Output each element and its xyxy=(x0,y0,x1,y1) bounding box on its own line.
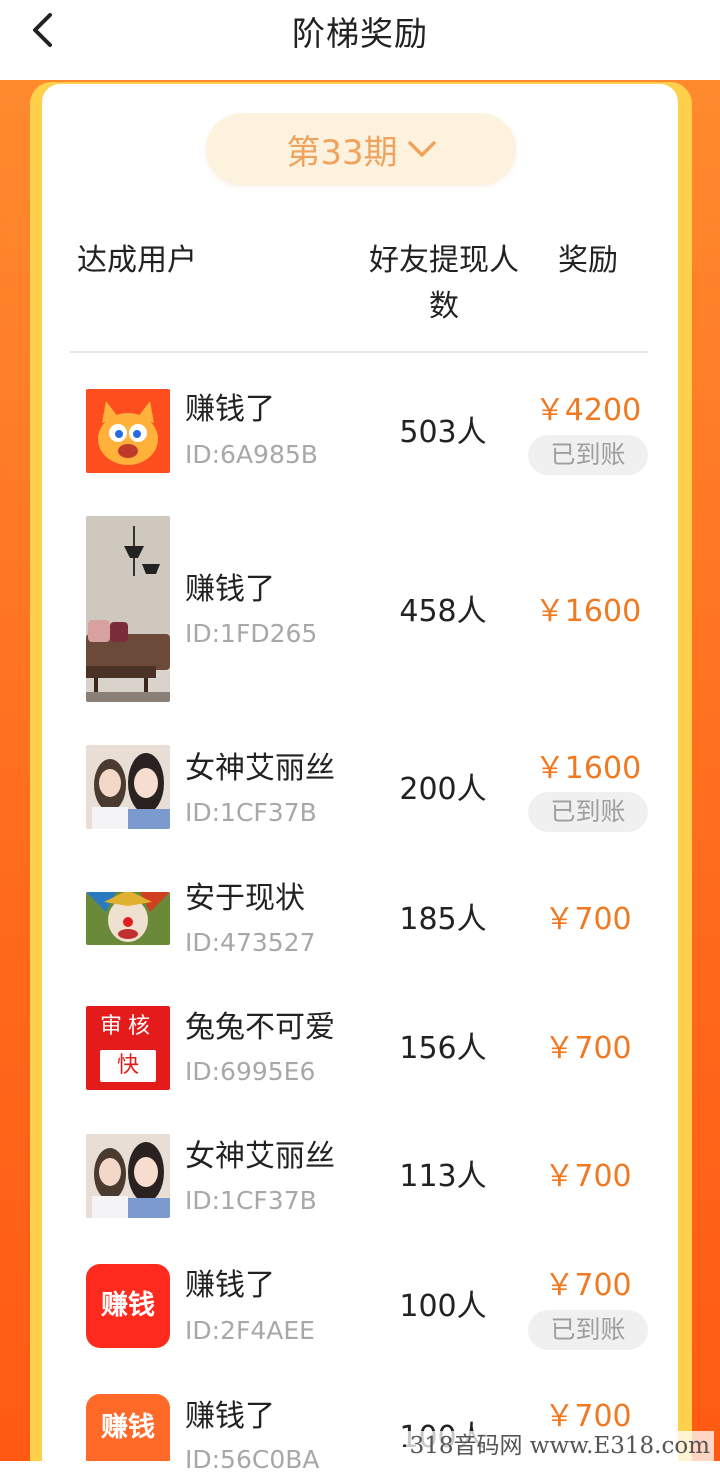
friend-count: 200人 xyxy=(399,772,487,807)
reward-amount: ￥4200 xyxy=(534,393,642,428)
status-badge: 已到账 xyxy=(528,1310,648,1350)
column-header-count: 好友提现人 数 xyxy=(362,238,526,330)
user-name: 赚钱了 xyxy=(185,1268,275,1303)
user-id: ID:1CF37B xyxy=(185,798,317,827)
status-badge: 已到账 xyxy=(528,435,648,475)
header-divider xyxy=(70,351,648,353)
friend-count: 503人 xyxy=(399,415,487,450)
top-bar: 阶梯奖励 xyxy=(0,0,720,80)
column-header-count-line1: 好友提现人 xyxy=(369,243,519,278)
user-name: 赚钱了 xyxy=(185,1399,275,1434)
user-name: 安于现状 xyxy=(185,881,305,916)
user-name: 赚钱了 xyxy=(185,572,275,607)
user-id: ID:6995E6 xyxy=(185,1057,316,1086)
friend-count: 156人 xyxy=(399,1031,487,1066)
column-header-reward: 奖励 xyxy=(558,243,618,278)
avatar: 赚钱 xyxy=(86,1394,170,1461)
avatar-text-bottom: 快 xyxy=(116,1053,139,1078)
user-id: ID:1CF37B xyxy=(185,1186,317,1215)
avatar xyxy=(86,745,170,829)
avatar-text: 赚钱 xyxy=(101,1412,155,1443)
user-name: 兔兔不可爱 xyxy=(185,1010,335,1045)
reward-amount: ￥1600 xyxy=(534,594,642,629)
reward-amount: ￥700 xyxy=(544,1268,632,1303)
period-label: 第33期 xyxy=(286,132,398,173)
user-id: ID:473527 xyxy=(185,928,316,957)
avatar: 赚钱 xyxy=(86,1264,170,1348)
reward-amount: ￥700 xyxy=(544,1031,632,1066)
friend-count: 113人 xyxy=(399,1159,487,1194)
avatar-text: 赚钱 xyxy=(101,1290,155,1321)
avatar xyxy=(86,1134,170,1218)
column-header-count-line2: 数 xyxy=(429,289,459,324)
avatar xyxy=(86,892,170,945)
friend-count: 185人 xyxy=(399,902,487,937)
status-badge: 已到账 xyxy=(528,792,648,832)
avatar xyxy=(86,516,170,702)
page-title: 阶梯奖励 xyxy=(292,14,428,53)
avatar-text-top: 审核 xyxy=(99,1014,156,1039)
chevron-down-icon xyxy=(407,135,436,163)
user-name: 赚钱了 xyxy=(185,392,275,427)
avatar xyxy=(86,389,170,473)
period-selector[interactable]: 第33期 xyxy=(206,113,516,185)
user-id: ID:6A985B xyxy=(185,440,318,469)
user-name: 女神艾丽丝 xyxy=(185,751,335,786)
column-header-user: 达成用户 xyxy=(77,243,197,278)
user-id: ID:56C0BA xyxy=(185,1445,320,1474)
friend-count: 458人 xyxy=(399,594,487,629)
reward-amount: ￥700 xyxy=(544,902,632,937)
watermark: 318音码网 www.E318.com xyxy=(405,1431,714,1461)
user-name: 女神艾丽丝 xyxy=(185,1139,335,1174)
user-id: ID:2F4AEE xyxy=(185,1316,315,1345)
reward-amount: ￥700 xyxy=(544,1159,632,1194)
reward-amount: ￥1600 xyxy=(534,751,642,786)
avatar: 审核 快 xyxy=(86,1006,170,1090)
friend-count: 100人 xyxy=(399,1289,487,1324)
user-id: ID:1FD265 xyxy=(185,619,318,648)
